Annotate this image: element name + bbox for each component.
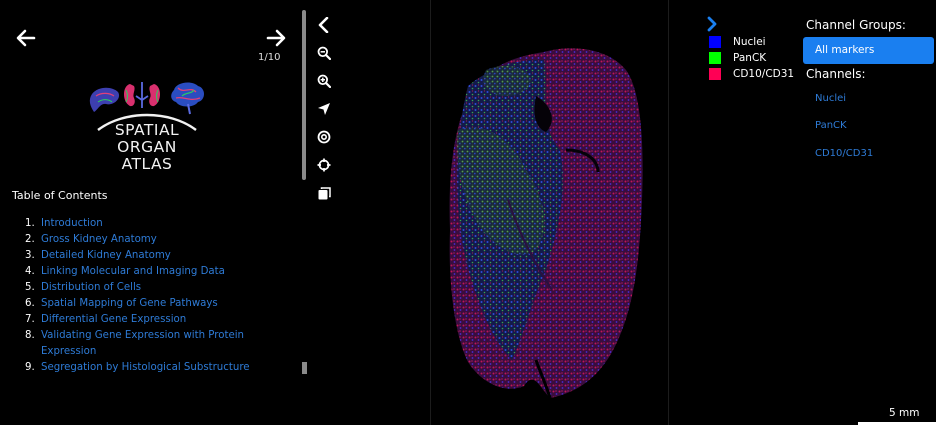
- back-button[interactable]: [16, 28, 36, 53]
- legend-swatch: [709, 36, 721, 48]
- channel-item-nuclei[interactable]: Nuclei: [815, 93, 846, 104]
- legend-item: PanCK: [709, 52, 766, 64]
- toc-item: 3. Detailed Kidney Anatomy: [25, 248, 295, 264]
- toc-heading: Table of Contents: [12, 189, 108, 202]
- channel-item-cd10-cd31[interactable]: CD10/CD31: [815, 148, 873, 159]
- legend-label: PanCK: [733, 52, 767, 64]
- arrow-left-icon: [16, 29, 36, 47]
- drop-pin-button[interactable]: [313, 154, 335, 176]
- toc-item: 8. Validating Gene Expression with Protei…: [25, 328, 295, 360]
- toc-link[interactable]: Validating Gene Expression with Protein …: [41, 328, 251, 360]
- chevron-left-icon: [318, 17, 329, 33]
- crosshair-icon: [317, 158, 331, 172]
- toc-number: 7.: [25, 314, 35, 325]
- legend-label: Nuclei: [733, 36, 766, 48]
- legend-swatch: [709, 52, 721, 64]
- forward-button[interactable]: [266, 28, 286, 53]
- copy-icon: [318, 186, 331, 199]
- zoom-in-button[interactable]: [313, 70, 335, 92]
- logo-line: SPATIAL: [114, 121, 180, 139]
- table-of-contents: 1. Introduction 2. Gross Kidney Anatomy 3.…: [25, 216, 295, 376]
- toc-number: 1.: [25, 218, 35, 229]
- navigate-arrow-icon: [318, 103, 330, 115]
- legend-swatch: [709, 68, 721, 80]
- scrollbar-thumb[interactable]: [302, 10, 306, 180]
- toc-number: 9.: [25, 362, 35, 373]
- toc-item: 2. Gross Kidney Anatomy: [25, 232, 295, 248]
- toc-item: 4. Linking Molecular and Imaging Data: [25, 264, 295, 280]
- toc-item: 6. Spatial Mapping of Gene Pathways: [25, 296, 295, 312]
- spatial-organ-atlas-logo: SPATIAL ORGAN ATLAS: [84, 76, 210, 182]
- story-panel: 1/10 SPATIAL ORGAN ATLAS Table of Conten…: [0, 0, 312, 425]
- toc-number: 2.: [25, 234, 35, 245]
- toc-number: 5.: [25, 282, 35, 293]
- grid-divider: [668, 0, 669, 425]
- grid-divider: [430, 0, 431, 425]
- logo-wordmark: SPATIAL ORGAN ATLAS: [84, 122, 210, 173]
- scrollbar-end-marker[interactable]: [302, 362, 307, 374]
- toc-link[interactable]: Introduction: [41, 216, 103, 232]
- channels-heading: Channels:: [806, 67, 866, 81]
- toc-number: 6.: [25, 298, 35, 309]
- scale-bar-label: 5 mm: [889, 407, 920, 419]
- logo-line: ORGAN: [117, 138, 177, 156]
- toc-link[interactable]: Distribution of Cells: [41, 280, 141, 296]
- zoom-out-icon: [317, 46, 331, 60]
- copy-link-button[interactable]: [313, 182, 335, 204]
- target-icon: [317, 130, 331, 144]
- toc-item: 1. Introduction: [25, 216, 295, 232]
- navigate-button[interactable]: [313, 98, 335, 120]
- zoom-in-icon: [317, 74, 331, 88]
- chevron-right-icon: [707, 16, 717, 32]
- toc-link[interactable]: Detailed Kidney Anatomy: [41, 248, 171, 264]
- legend-label: CD10/CD31: [733, 68, 795, 80]
- toc-number: 8.: [25, 330, 35, 341]
- arrow-right-icon: [266, 29, 286, 47]
- logo-line: ATLAS: [121, 155, 173, 173]
- channel-groups-heading: Channel Groups:: [806, 18, 906, 32]
- toc-link[interactable]: Segregation by Histological Substructure: [41, 360, 250, 376]
- toc-link[interactable]: Spatial Mapping of Gene Pathways: [41, 296, 218, 312]
- toc-number: 4.: [25, 266, 35, 277]
- legend-item: Nuclei: [709, 36, 766, 48]
- page-indicator: 1/10: [258, 52, 281, 63]
- channel-item-panck[interactable]: PanCK: [815, 120, 847, 131]
- toc-item: 7. Differential Gene Expression: [25, 312, 295, 328]
- toc-link[interactable]: Gross Kidney Anatomy: [41, 232, 157, 248]
- collapse-panel-button[interactable]: [313, 14, 335, 36]
- toc-item: 9. Segregation by Histological Substructu…: [25, 360, 295, 376]
- legend-toggle-button[interactable]: [706, 16, 718, 36]
- draw-region-button[interactable]: [313, 126, 335, 148]
- toc-number: 3.: [25, 250, 35, 261]
- legend-item: CD10/CD31: [709, 68, 794, 80]
- zoom-out-button[interactable]: [313, 42, 335, 64]
- channel-group-all-markers[interactable]: All markers: [803, 37, 934, 64]
- toc-item: 5. Distribution of Cells: [25, 280, 295, 296]
- toc-link[interactable]: Differential Gene Expression: [41, 312, 186, 328]
- toc-link[interactable]: Linking Molecular and Imaging Data: [41, 264, 225, 280]
